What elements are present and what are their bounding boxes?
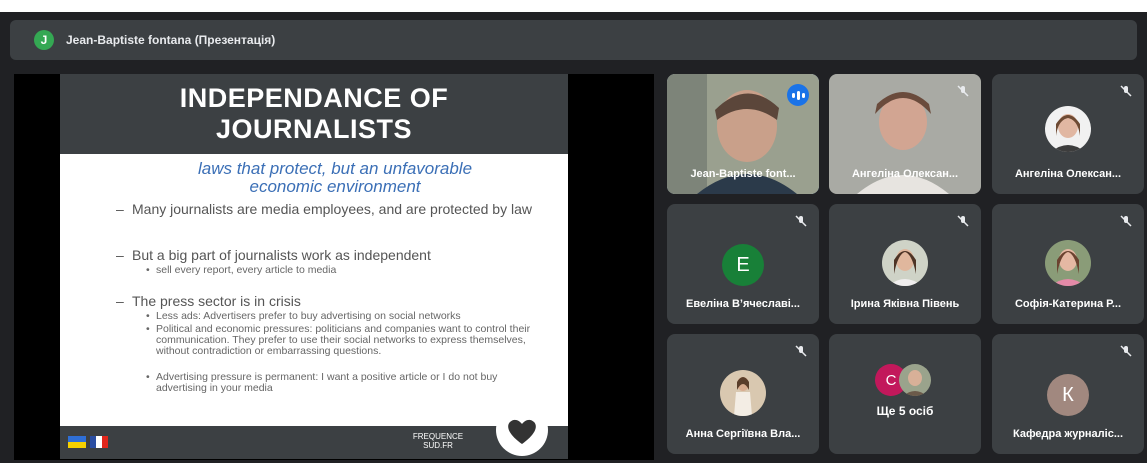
participant-name: Ірина Яківна Півень [850, 298, 960, 310]
avatar [1045, 106, 1091, 152]
participant-name: Анна Сергіївна Вла... [685, 428, 801, 440]
france-flag-icon [90, 436, 108, 448]
participant-tile[interactable]: Jean-Baptiste font... [667, 74, 819, 194]
presenter-avatar: J [34, 30, 54, 50]
participant-tile[interactable]: Анна Сергіївна Вла... [667, 334, 819, 454]
avatar [899, 364, 931, 396]
participant-name: Ангеліна Олексан... [851, 168, 959, 180]
audio-level-icon [787, 84, 809, 106]
participant-tile[interactable]: E Евеліна В’ячеславі... [667, 204, 819, 324]
avatar: К [1047, 374, 1089, 416]
presentation-area[interactable]: INDEPENDANCE OF JOURNALISTS laws that pr… [14, 74, 654, 460]
mic-off-icon [1118, 344, 1134, 360]
participant-tile[interactable]: К Кафедра журналіс... [992, 334, 1144, 454]
participant-tile[interactable]: Софія-Катерина Р... [992, 204, 1144, 324]
slide-subtitle: laws that protect, but an unfavorable ec… [197, 159, 473, 196]
slide-title: INDEPENDANCE OF JOURNALISTS [179, 83, 449, 144]
mic-off-icon [793, 344, 809, 360]
mic-off-icon [955, 214, 971, 230]
flags-logo [68, 434, 112, 450]
meet-window: J Jean-Baptiste fontana (Презентація) IN… [0, 12, 1147, 463]
mic-off-icon [955, 84, 971, 100]
avatar [720, 370, 766, 416]
top-crop-strip [0, 0, 1147, 10]
slide-header: INDEPENDANCE OF JOURNALISTS [60, 74, 568, 154]
more-participants-tile[interactable]: C Ще 5 осіб [829, 334, 981, 454]
ukraine-flag-icon [68, 436, 86, 448]
participant-name: Софія-Катерина Р... [1014, 298, 1122, 310]
avatar: E [722, 244, 764, 286]
participant-name: Евеліна В’ячеславі... [686, 298, 800, 310]
participant-tile[interactable]: Ірина Яківна Півень [829, 204, 981, 324]
mic-off-icon [1118, 214, 1134, 230]
presenter-bar: J Jean-Baptiste fontana (Презентація) [10, 20, 1137, 60]
avatar [882, 240, 928, 286]
participant-tile[interactable]: Ангеліна Олексан... [992, 74, 1144, 194]
presenter-title: Jean-Baptiste fontana (Презентація) [66, 33, 276, 47]
mic-off-icon [1118, 84, 1134, 100]
slide: INDEPENDANCE OF JOURNALISTS laws that pr… [60, 74, 568, 459]
brand-logo: FREQUENCE SUD.FR [412, 432, 464, 450]
participant-name: Кафедра журналіс... [1012, 428, 1124, 440]
heart-logo [496, 404, 548, 456]
more-participants-avatars: C [829, 364, 981, 396]
participant-name: Ангеліна Олексан... [1014, 168, 1122, 180]
more-participants-label: Ще 5 осіб [876, 404, 934, 418]
participant-name: Jean-Baptiste font... [690, 168, 796, 180]
avatar [1045, 240, 1091, 286]
participant-tile[interactable]: Ангеліна Олексан... [829, 74, 981, 194]
mic-off-icon [793, 214, 809, 230]
slide-footer: FREQUENCE SUD.FR [60, 404, 568, 459]
